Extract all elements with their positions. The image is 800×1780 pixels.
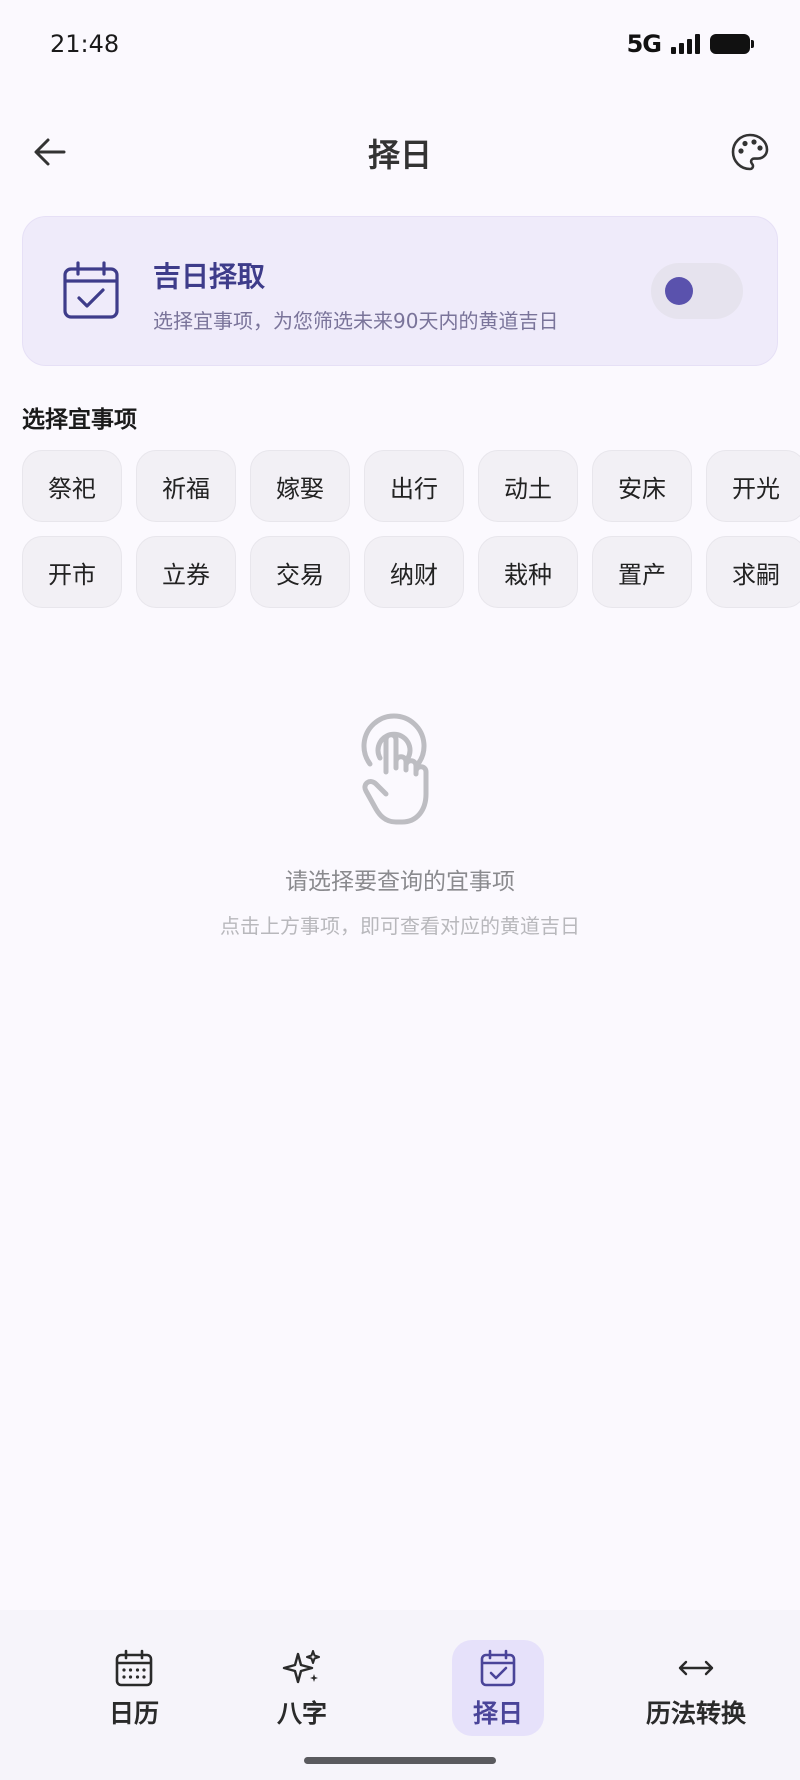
status-indicators: 5G <box>626 30 754 58</box>
activity-chip[interactable]: 祭祀 <box>22 450 122 522</box>
page-title: 择日 <box>367 136 432 174</box>
toggle-knob <box>665 277 693 305</box>
calendar-check-icon <box>480 1649 516 1687</box>
nav-item-calendar[interactable]: 日历 <box>64 1640 204 1736</box>
signal-icon <box>671 34 700 54</box>
network-type: 5G <box>626 30 662 58</box>
activity-chip[interactable]: 置产 <box>592 536 692 608</box>
activity-chip[interactable]: 出行 <box>364 450 464 522</box>
activity-chip[interactable]: 开光 <box>706 450 800 522</box>
activity-chip-row-2: 开市 立券 交易 纳财 栽种 置产 求嗣 <box>22 536 800 608</box>
calendar-grid-icon <box>115 1649 153 1687</box>
nav-label: 择日 <box>472 1699 523 1728</box>
empty-state-title: 请选择要查询的宜事项 <box>285 869 515 895</box>
top-app-bar: 择日 <box>0 110 800 190</box>
tap-hand-icon <box>361 713 429 825</box>
activity-chip[interactable]: 交易 <box>250 536 350 608</box>
status-time: 21:48 <box>50 30 120 58</box>
auspicious-toggle[interactable] <box>651 263 743 319</box>
auspicious-day-card: 吉日择取 选择宜事项，为您筛选未来90天内的黄道吉日 <box>22 216 778 366</box>
nav-item-calendar-conversion[interactable]: 历法转换 <box>626 1640 766 1736</box>
sparkle-icon <box>282 1650 320 1684</box>
card-description: 选择宜事项，为您筛选未来90天内的黄道吉日 <box>153 309 559 333</box>
nav-label: 历法转换 <box>645 1699 746 1728</box>
swap-arrows-icon <box>678 1660 714 1676</box>
activity-chip[interactable]: 纳财 <box>364 536 464 608</box>
activity-chip[interactable]: 立券 <box>136 536 236 608</box>
nav-label: 八字 <box>276 1699 327 1728</box>
status-bar: 21:48 5G <box>0 0 800 90</box>
calendar-check-icon <box>63 261 119 319</box>
battery-icon <box>710 34 754 54</box>
activity-chip[interactable]: 安床 <box>592 450 692 522</box>
activity-chip[interactable]: 开市 <box>22 536 122 608</box>
activity-chip[interactable]: 祈福 <box>136 450 236 522</box>
nav-label: 日历 <box>108 1699 159 1728</box>
activity-chip[interactable]: 嫁娶 <box>250 450 350 522</box>
section-label: 选择宜事项 <box>22 407 137 433</box>
activity-chip[interactable]: 动土 <box>478 450 578 522</box>
empty-state-subtitle: 点击上方事项，即可查看对应的黄道吉日 <box>220 914 580 938</box>
activity-chip[interactable]: 求嗣 <box>706 536 800 608</box>
home-indicator[interactable] <box>304 1757 496 1764</box>
activity-chip-row-1: 祭祀 祈福 嫁娶 出行 动土 安床 开光 <box>22 450 800 522</box>
nav-item-bazi[interactable]: 八字 <box>232 1640 372 1736</box>
card-title: 吉日择取 <box>153 260 266 293</box>
nav-item-date-selection[interactable]: 择日 <box>452 1640 544 1736</box>
activity-chip[interactable]: 栽种 <box>478 536 578 608</box>
theme-button[interactable] <box>724 126 776 178</box>
bottom-nav: 日历 八字 择日 历法转换 <box>0 1610 800 1780</box>
palette-icon <box>731 133 769 171</box>
